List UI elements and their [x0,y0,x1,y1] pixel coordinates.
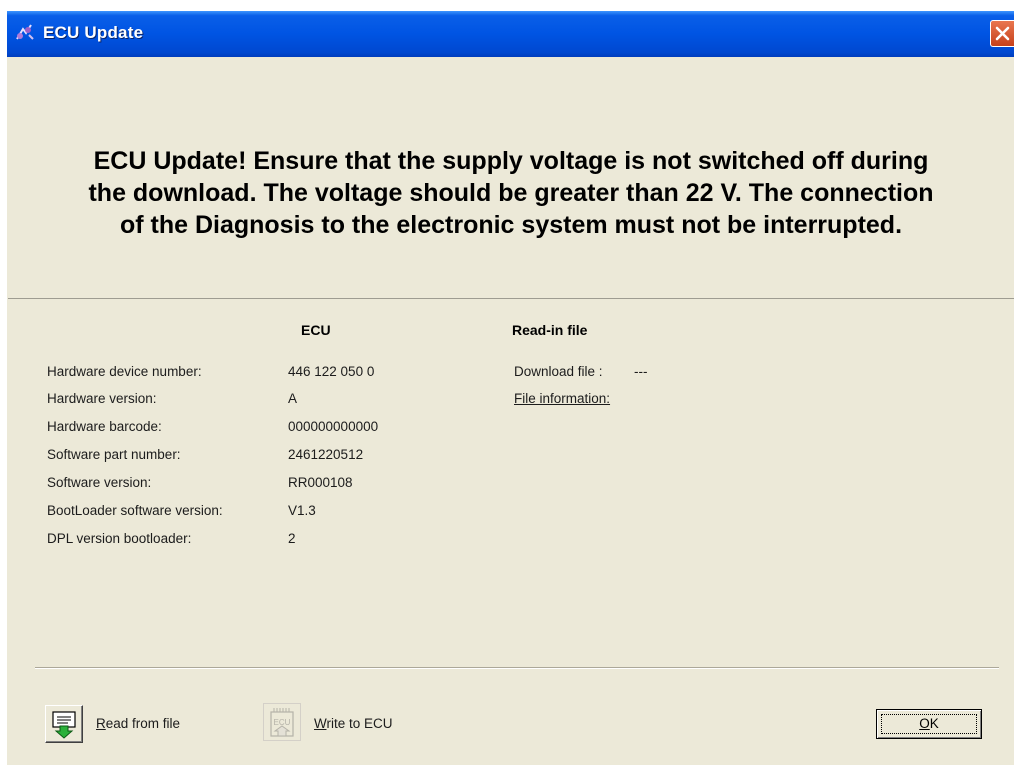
hardware-barcode-label: Hardware barcode: [47,419,162,434]
close-icon [995,26,1010,41]
read-from-file-label[interactable]: Read from file [96,716,180,731]
warning-panel: ECU Update! Ensure that the supply volta… [8,57,1014,299]
ecu-column-header: ECU [301,322,331,338]
software-part-number-value: 2461220512 [288,447,364,462]
hardware-barcode-value: 000000000000 [288,419,379,434]
software-version-label: Software version: [47,475,152,490]
dpl-version-bootloader-label: DPL version bootloader: [47,531,192,546]
write-to-ecu-icon: ECU [270,708,294,737]
dpl-version-bootloader-value: 2 [288,531,296,546]
software-part-number-label: Software part number: [47,447,181,462]
file-information-link[interactable]: File information: [514,391,610,406]
download-file-value: --- [634,364,648,379]
write-to-ecu-label[interactable]: Write to ECU [314,716,393,731]
bootloader-software-version-value: V1.3 [288,503,316,518]
read-from-file-icon [52,711,76,739]
warning-message: ECU Update! Ensure that the supply volta… [8,145,1014,241]
hardware-version-label: Hardware version: [47,391,157,406]
warning-line: of the Diagnosis to the electronic syste… [119,211,903,239]
read-from-file-button[interactable] [45,705,83,743]
readin-column-header: Read-in file [512,322,588,338]
close-button[interactable] [990,20,1014,47]
warning-line: ECU Update! Ensure that the supply volta… [93,147,929,175]
ecu-update-window: ECU Update ECU Update! Ensure that the s… [7,11,1014,765]
download-file-label: Download file : [514,364,603,379]
window-title: ECU Update [43,23,144,42]
separator [35,667,999,669]
bootloader-software-version-label: BootLoader software version: [47,503,223,518]
write-to-ecu-button[interactable]: ECU [263,703,301,741]
ok-button[interactable]: OK [876,709,982,739]
software-version-value: RR000108 [288,475,353,490]
hardware-device-number-value: 446 122 050 0 [288,364,375,379]
ecu-update-app-icon [14,21,36,43]
hardware-device-number-label: Hardware device number: [47,364,202,379]
warning-line: the download. The voltage should be grea… [88,179,934,207]
ok-label: OK [919,716,939,731]
hardware-version-value: A [288,391,298,406]
title-bar[interactable]: ECU Update [7,11,1014,57]
